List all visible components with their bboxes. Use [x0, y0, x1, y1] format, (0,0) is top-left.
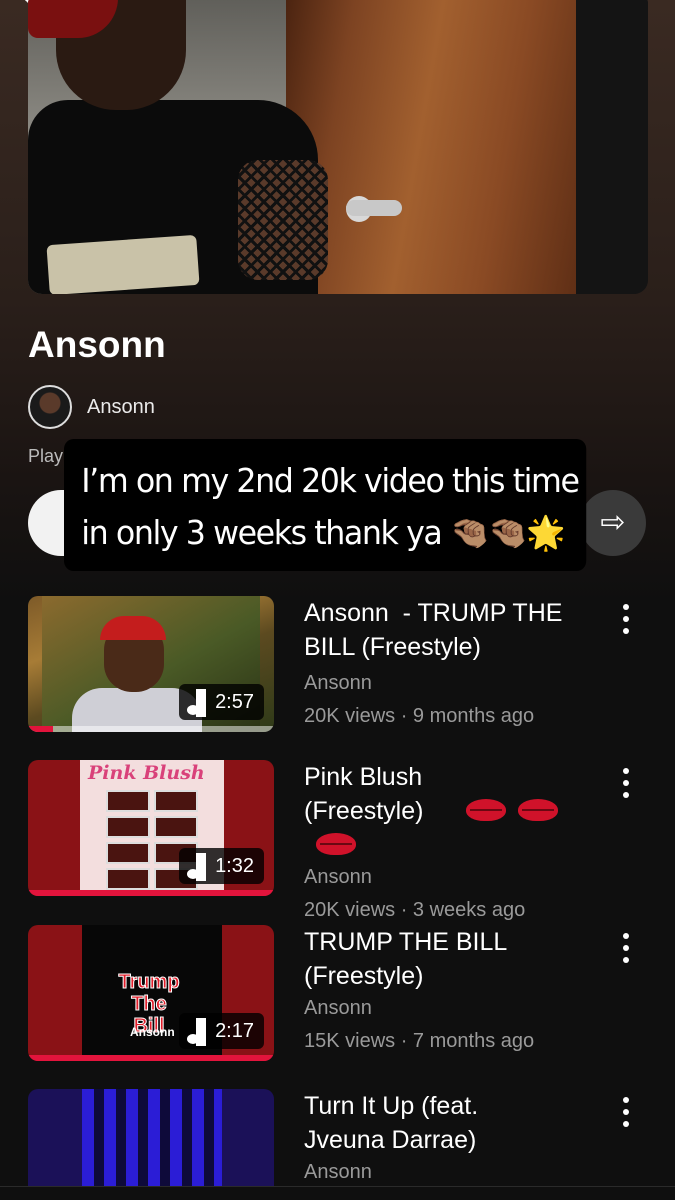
more-actions-icon[interactable]	[618, 768, 638, 804]
bottom-nav-bar	[0, 1186, 675, 1200]
music-note-icon	[187, 1018, 205, 1046]
video-meta: 20K views · 3 weeks ago	[304, 899, 526, 921]
watch-progress-bar	[28, 890, 274, 896]
duration-badge: 1:32	[179, 848, 264, 884]
playlist-meta: Play	[28, 446, 64, 466]
video-title[interactable]: Turn It Up (feat. Jveuna Darrae)	[304, 1089, 534, 1157]
video-meta: 15K views · 7 months ago	[304, 1030, 535, 1052]
thumbnail-text: Pink Blush	[88, 762, 205, 784]
video-info[interactable]: Ansonn - TRUMP THE BILL (Freestyle) Anso…	[304, 596, 604, 728]
more-actions-icon[interactable]	[618, 604, 638, 640]
video-info[interactable]: TRUMP THE BILL (Freestyle) Ansonn 15K vi…	[304, 925, 604, 1053]
video-title[interactable]: TRUMP THE BILL (Freestyle)	[304, 925, 554, 993]
video-channel: Ansonn	[304, 866, 372, 888]
duration-badge: 2:57	[179, 684, 264, 720]
playlist-cover-image	[28, 0, 648, 294]
caption-line-1: I’m on my 2nd 20k video this time	[81, 461, 580, 500]
video-meta: 20K views · 9 months ago	[304, 705, 535, 727]
video-info[interactable]: Turn It Up (feat. Jveuna Darrae) Ansonn	[304, 1089, 604, 1184]
video-title[interactable]: Pink Blush (Freestyle)	[304, 760, 604, 862]
lips-emoji-icon	[518, 799, 558, 823]
video-channel: Ansonn	[304, 997, 372, 1019]
video-item[interactable]: Trump The Bill Ansonn 2:17 TRUMP THE BIL…	[0, 925, 675, 1065]
music-note-icon	[187, 689, 205, 717]
video-item[interactable]: Pink Blush 1:32 Pink Blush (Freestyle) A…	[0, 760, 675, 921]
video-title-text: Pink Blush (Freestyle)	[304, 763, 424, 825]
share-icon[interactable]: ⇨	[580, 490, 646, 556]
more-actions-icon[interactable]	[618, 933, 638, 969]
thumbnail-subtext: Ansonn	[130, 1025, 175, 1039]
video-channel: Ansonn	[304, 672, 372, 694]
owner-name[interactable]: Ansonn	[87, 396, 155, 419]
more-actions-icon[interactable]	[618, 1097, 638, 1133]
playlist-owner[interactable]: Ansonn	[28, 384, 155, 430]
video-channel: Ansonn	[304, 1161, 372, 1183]
watch-progress-bar	[28, 1055, 274, 1061]
duration-text: 1:32	[215, 855, 254, 877]
lips-emoji-icon	[466, 799, 506, 823]
duration-text: 2:57	[215, 691, 254, 713]
caption-line-2: in only 3 weeks thank ya 🤏🏽🤏🏽🌟	[81, 513, 565, 552]
duration-text: 2:17	[215, 1020, 254, 1042]
video-info[interactable]: Pink Blush (Freestyle) Ansonn 20K views …	[304, 760, 604, 922]
video-thumbnail[interactable]: Trump The Bill Ansonn 2:17	[28, 925, 274, 1061]
watch-progress-bar	[28, 726, 53, 732]
caption-overlay: I’m on my 2nd 20k video this time in onl…	[64, 439, 587, 571]
video-item[interactable]: 2:57 Ansonn - TRUMP THE BILL (Freestyle)…	[0, 596, 675, 736]
lips-emoji-icon	[316, 833, 356, 857]
video-thumbnail[interactable]	[28, 1089, 274, 1200]
video-thumbnail[interactable]: Pink Blush 1:32	[28, 760, 274, 896]
playlist-title: Ansonn	[28, 324, 166, 365]
music-note-icon	[187, 853, 205, 881]
video-thumbnail[interactable]: 2:57	[28, 596, 274, 732]
duration-badge: 2:17	[179, 1013, 264, 1049]
owner-avatar[interactable]	[28, 385, 72, 429]
video-item[interactable]: Turn It Up (feat. Jveuna Darrae) Ansonn	[0, 1089, 675, 1200]
video-title[interactable]: Ansonn - TRUMP THE BILL (Freestyle)	[304, 596, 604, 664]
